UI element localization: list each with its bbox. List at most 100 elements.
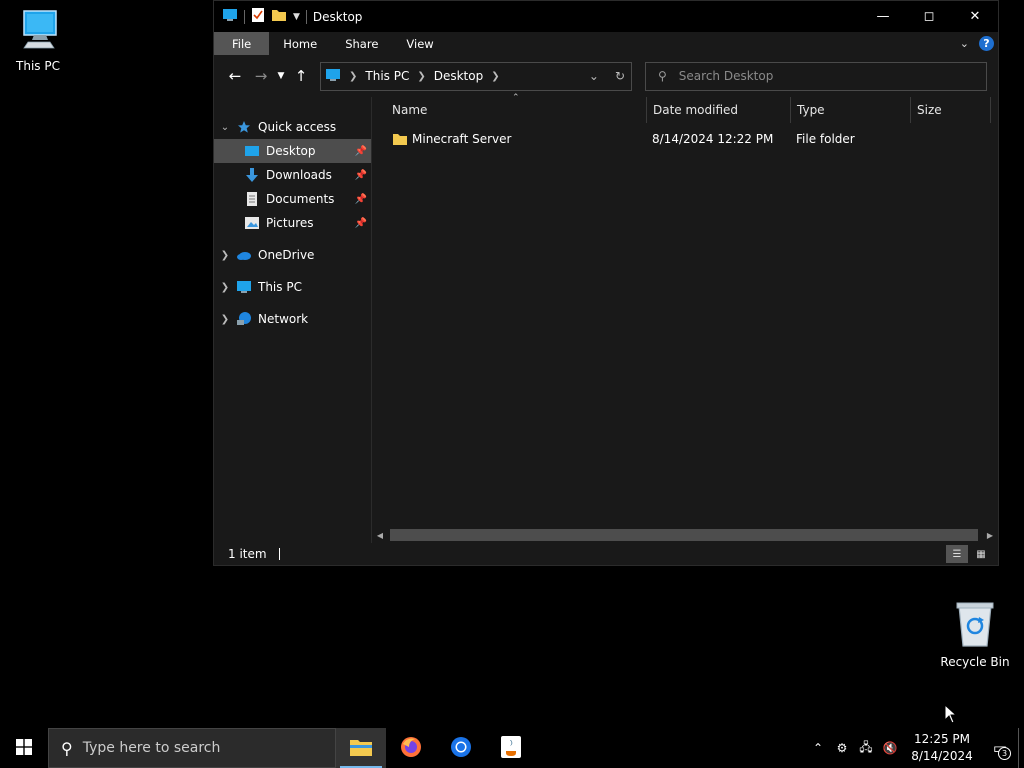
column-headers: ⌃ Name Date modified Type Size — [372, 93, 998, 123]
tab-share[interactable]: Share — [331, 32, 392, 55]
folder-icon — [392, 127, 408, 151]
back-button[interactable]: ← — [222, 67, 248, 85]
large-icons-view-button[interactable]: ▦ — [970, 545, 992, 563]
minimize-button[interactable]: — — [860, 1, 906, 32]
pin-icon: 📌 — [354, 145, 367, 157]
taskbar-firefox[interactable] — [386, 728, 436, 768]
address-history-dropdown[interactable]: ⌄ — [589, 69, 599, 83]
new-folder-icon[interactable] — [271, 7, 287, 26]
chevron-right-icon[interactable]: ❯ — [214, 282, 236, 293]
maximize-icon: ◻ — [923, 9, 935, 24]
nav-item-network[interactable]: ❯ Network — [214, 307, 371, 331]
scrollbar-thumb[interactable] — [390, 529, 978, 541]
computer-small-icon — [325, 68, 341, 85]
chevron-right-icon[interactable]: ❯ — [214, 314, 236, 325]
pin-icon: 📌 — [354, 193, 367, 205]
nav-quick-access[interactable]: ⌄ Quick access — [214, 115, 371, 139]
help-icon[interactable]: ? — [979, 36, 994, 51]
pictures-icon — [244, 215, 260, 231]
forward-button[interactable]: → — [248, 67, 274, 85]
volume-muted-icon[interactable]: 🔇 — [878, 741, 902, 755]
title-bar[interactable]: ▼ Desktop — ◻ ✕ — [214, 1, 998, 32]
clock-time: 12:25 PM — [914, 732, 970, 746]
arrow-right-icon: → — [254, 67, 268, 85]
horizontal-scrollbar[interactable]: ◀ ▶ — [372, 527, 998, 543]
taskbar-clock[interactable]: 12:25 PM 8/14/2024 — [902, 731, 982, 765]
maximize-button[interactable]: ◻ — [906, 1, 952, 32]
nav-item-onedrive[interactable]: ❯ OneDrive — [214, 243, 371, 267]
recent-locations-button[interactable]: ▼ — [274, 71, 288, 81]
column-header-date-modified[interactable]: Date modified — [647, 97, 791, 123]
taskbar: ⚲ Type here to search ⌃ ⚙ 🖧 🔇 12:25 PM 8… — [0, 728, 1024, 768]
chevron-down-icon[interactable]: ⌄ — [214, 122, 236, 133]
item-count: 1 item — [228, 547, 267, 561]
taskbar-search-box[interactable]: ⚲ Type here to search — [48, 728, 336, 768]
nav-item-pictures[interactable]: Pictures 📌 — [214, 211, 371, 235]
file-list: ⌃ Name Date modified Type Size Minecraft… — [372, 93, 998, 543]
nav-label: This PC — [258, 280, 302, 294]
minimize-icon: — — [876, 9, 890, 24]
firefox-icon — [399, 735, 423, 762]
start-button[interactable] — [0, 728, 48, 768]
breadcrumb-separator[interactable]: ❯ — [417, 71, 425, 82]
show-desktop-button[interactable] — [1018, 728, 1024, 768]
nav-item-desktop[interactable]: Desktop 📌 — [214, 139, 371, 163]
download-icon — [244, 167, 260, 183]
tab-file[interactable]: File — [214, 32, 270, 55]
search-placeholder: Search Desktop — [678, 69, 774, 83]
search-box[interactable]: ⚲ Search Desktop — [645, 61, 987, 91]
taskbar-chrome[interactable] — [436, 728, 486, 768]
refresh-button[interactable]: ↻ — [615, 69, 625, 83]
tray-app-icon[interactable]: ⚙ — [830, 741, 854, 755]
tab-view[interactable]: View — [392, 32, 447, 55]
address-bar[interactable]: ❯ This PC ❯ Desktop ❯ ⌄ ↻ — [320, 61, 632, 91]
refresh-icon: ↻ — [614, 69, 625, 83]
arrow-up-icon: ↑ — [294, 67, 308, 85]
search-icon: ⚲ — [658, 69, 667, 83]
desktop-folder-icon — [244, 143, 260, 159]
nav-item-this-pc[interactable]: ❯ This PC — [214, 275, 371, 299]
network-tray-icon[interactable]: 🖧 — [854, 738, 878, 759]
status-divider — [278, 548, 280, 560]
recycle-bin-icon — [953, 602, 997, 651]
breadcrumb-separator[interactable]: ❯ — [349, 71, 357, 82]
breadcrumb-separator[interactable]: ❯ — [491, 71, 499, 82]
ribbon-tabs: File Home Share View ⌄ ? — [214, 32, 998, 55]
nav-item-downloads[interactable]: Downloads 📌 — [214, 163, 371, 187]
desktop-icon-recycle-bin[interactable]: Recycle Bin — [937, 600, 1013, 669]
scroll-left-icon[interactable]: ◀ — [372, 531, 388, 540]
scroll-right-icon[interactable]: ▶ — [982, 531, 998, 540]
file-explorer-window: ▼ Desktop — ◻ ✕ File Home Share View ⌄ ?… — [213, 0, 999, 566]
taskbar-search-placeholder: Type here to search — [82, 740, 221, 756]
desktop-icon-this-pc[interactable]: This PC — [0, 8, 76, 73]
close-button[interactable]: ✕ — [952, 1, 998, 32]
file-explorer-icon — [349, 737, 373, 760]
column-header-name[interactable]: Name — [386, 97, 647, 123]
up-button[interactable]: ↑ — [288, 67, 314, 85]
file-type: File folder — [796, 132, 855, 146]
taskbar-file-explorer[interactable] — [336, 728, 386, 768]
breadcrumb-desktop[interactable]: Desktop — [434, 69, 484, 83]
column-header-type[interactable]: Type — [791, 97, 911, 123]
breadcrumb-this-pc[interactable]: This PC — [365, 69, 409, 83]
tab-home[interactable]: Home — [269, 32, 331, 55]
details-view-button[interactable]: ☰ — [946, 545, 968, 563]
column-header-size[interactable]: Size — [911, 97, 991, 123]
properties-icon[interactable] — [251, 7, 265, 26]
nav-label: Desktop — [266, 144, 316, 158]
notification-badge: 3 — [998, 747, 1011, 760]
qat-dropdown-icon[interactable]: ▼ — [293, 12, 300, 22]
pin-icon: 📌 — [354, 169, 367, 181]
search-icon: ⚲ — [61, 738, 73, 758]
computer-small-icon — [222, 8, 238, 25]
chevron-right-icon[interactable]: ❯ — [214, 250, 236, 261]
action-center-button[interactable]: ▭ 3 — [982, 728, 1018, 768]
expand-ribbon-icon[interactable]: ⌄ — [960, 37, 969, 50]
chevron-down-icon: ▼ — [277, 71, 285, 81]
toolbar-divider — [305, 9, 307, 24]
taskbar-java-app[interactable] — [486, 728, 536, 768]
show-hidden-icons-button[interactable]: ⌃ — [806, 741, 830, 755]
table-row[interactable]: Minecraft Server 8/14/2024 12:22 PM File… — [372, 127, 998, 151]
nav-item-documents[interactable]: Documents 📌 — [214, 187, 371, 211]
chrome-icon — [449, 735, 473, 762]
